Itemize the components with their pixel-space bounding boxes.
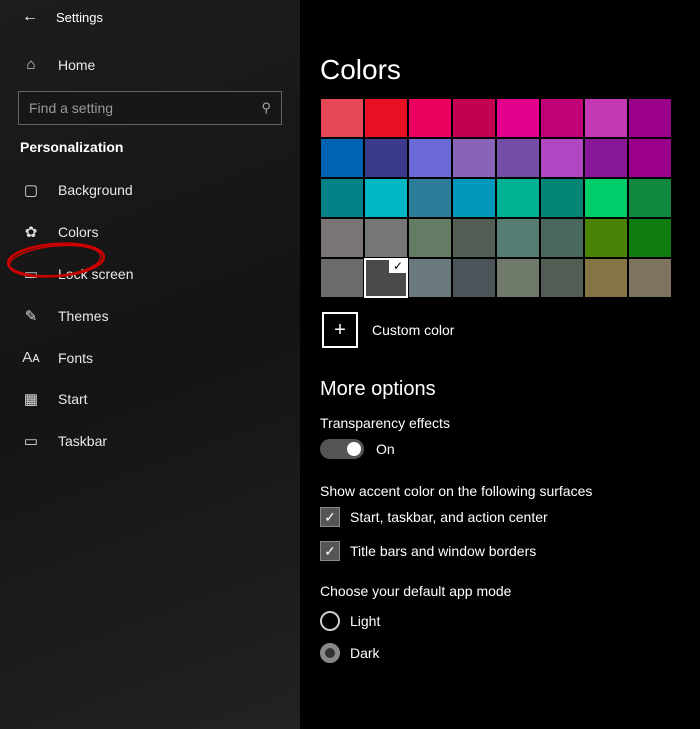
color-swatch[interactable] [364,178,408,218]
sidebar-item-themes[interactable]: ✎ Themes [0,295,300,337]
color-swatch[interactable] [584,258,628,298]
color-swatch[interactable] [364,98,408,138]
sidebar-item-label: Start [58,391,88,407]
sidebar-item-lock-screen[interactable]: ▭ Lock screen [0,253,300,295]
search-icon: ⚲ [261,100,271,116]
color-swatch[interactable] [320,98,364,138]
colors-icon: ✿ [22,223,40,241]
checkbox-start-taskbar[interactable]: ✓ [320,507,340,527]
color-swatch[interactable] [584,98,628,138]
transparency-label: Transparency effects [320,415,700,431]
app-title: Settings [56,10,103,25]
color-swatch[interactable] [452,138,496,178]
radio-dark-label: Dark [350,645,380,661]
color-swatch[interactable] [628,218,672,258]
toggle-state: On [376,441,395,457]
themes-icon: ✎ [22,307,40,325]
radio-dark[interactable] [320,643,340,663]
color-swatch[interactable] [452,178,496,218]
color-swatch[interactable] [408,178,452,218]
settings-sidebar: ← Settings ⌂ Home Find a setting ⚲ Perso… [0,0,300,729]
background-icon: ▢ [22,181,40,199]
color-swatch[interactable] [320,218,364,258]
color-swatch[interactable] [364,218,408,258]
color-swatch[interactable] [408,218,452,258]
sidebar-item-label: Colors [58,224,98,240]
sidebar-item-start[interactable]: ▦ Start [0,378,300,420]
color-swatch[interactable] [584,218,628,258]
search-input[interactable]: Find a setting ⚲ [18,91,282,125]
color-swatch[interactable] [496,98,540,138]
color-swatch[interactable] [408,98,452,138]
color-swatch[interactable] [584,138,628,178]
color-swatch[interactable] [628,138,672,178]
color-swatch[interactable] [320,138,364,178]
color-swatch[interactable]: ✓ [364,258,408,298]
radio-light[interactable] [320,611,340,631]
checkbox-title-bars[interactable]: ✓ [320,541,340,561]
checkbox-title-label: Title bars and window borders [350,543,536,559]
color-swatch-grid: ✓ [320,98,700,298]
color-swatch[interactable] [584,178,628,218]
color-swatch[interactable] [452,98,496,138]
sidebar-item-label: Fonts [58,350,93,366]
custom-color-label: Custom color [372,322,454,338]
color-swatch[interactable] [628,258,672,298]
sidebar-item-home[interactable]: ⌂ Home [0,44,300,85]
checkbox-start-label: Start, taskbar, and action center [350,509,548,525]
check-icon: ✓ [389,259,407,273]
color-swatch[interactable] [628,98,672,138]
custom-color-button[interactable]: + [322,312,358,348]
sidebar-item-fonts[interactable]: Aᴀ Fonts [0,337,300,378]
lock-screen-icon: ▭ [22,265,40,283]
radio-light-label: Light [350,613,380,629]
color-swatch[interactable] [496,138,540,178]
color-swatch[interactable] [452,218,496,258]
plus-icon: + [334,319,346,342]
sidebar-item-taskbar[interactable]: ▭ Taskbar [0,420,300,462]
more-options-heading: More options [320,378,700,401]
color-swatch[interactable] [364,138,408,178]
color-swatch[interactable] [496,218,540,258]
page-title: Colors [320,54,700,86]
transparency-toggle[interactable] [320,439,364,459]
color-swatch[interactable] [320,178,364,218]
color-swatch[interactable] [496,178,540,218]
color-swatch[interactable] [540,218,584,258]
sidebar-item-label: Themes [58,308,109,324]
section-label: Personalization [0,139,300,169]
home-icon: ⌂ [22,56,40,73]
app-mode-label: Choose your default app mode [320,583,700,599]
color-swatch[interactable] [496,258,540,298]
accent-surfaces-label: Show accent color on the following surfa… [320,483,700,499]
color-swatch[interactable] [540,138,584,178]
color-swatch[interactable] [408,258,452,298]
color-swatch[interactable] [320,258,364,298]
color-swatch[interactable] [540,258,584,298]
sidebar-item-label: Taskbar [58,433,107,449]
color-swatch[interactable] [408,138,452,178]
home-label: Home [58,57,95,73]
start-icon: ▦ [22,390,40,408]
color-swatch[interactable] [540,178,584,218]
sidebar-item-colors[interactable]: ✿ Colors [0,211,300,253]
color-swatch[interactable] [452,258,496,298]
search-placeholder: Find a setting [29,100,113,116]
main-content: Colors ✓ + Custom color More options Tra… [300,0,700,729]
taskbar-icon: ▭ [22,432,40,450]
back-icon[interactable]: ← [22,8,38,26]
sidebar-item-label: Lock screen [58,266,133,282]
sidebar-item-label: Background [58,182,133,198]
color-swatch[interactable] [628,178,672,218]
color-swatch[interactable] [540,98,584,138]
fonts-icon: Aᴀ [22,349,40,366]
sidebar-item-background[interactable]: ▢ Background [0,169,300,211]
